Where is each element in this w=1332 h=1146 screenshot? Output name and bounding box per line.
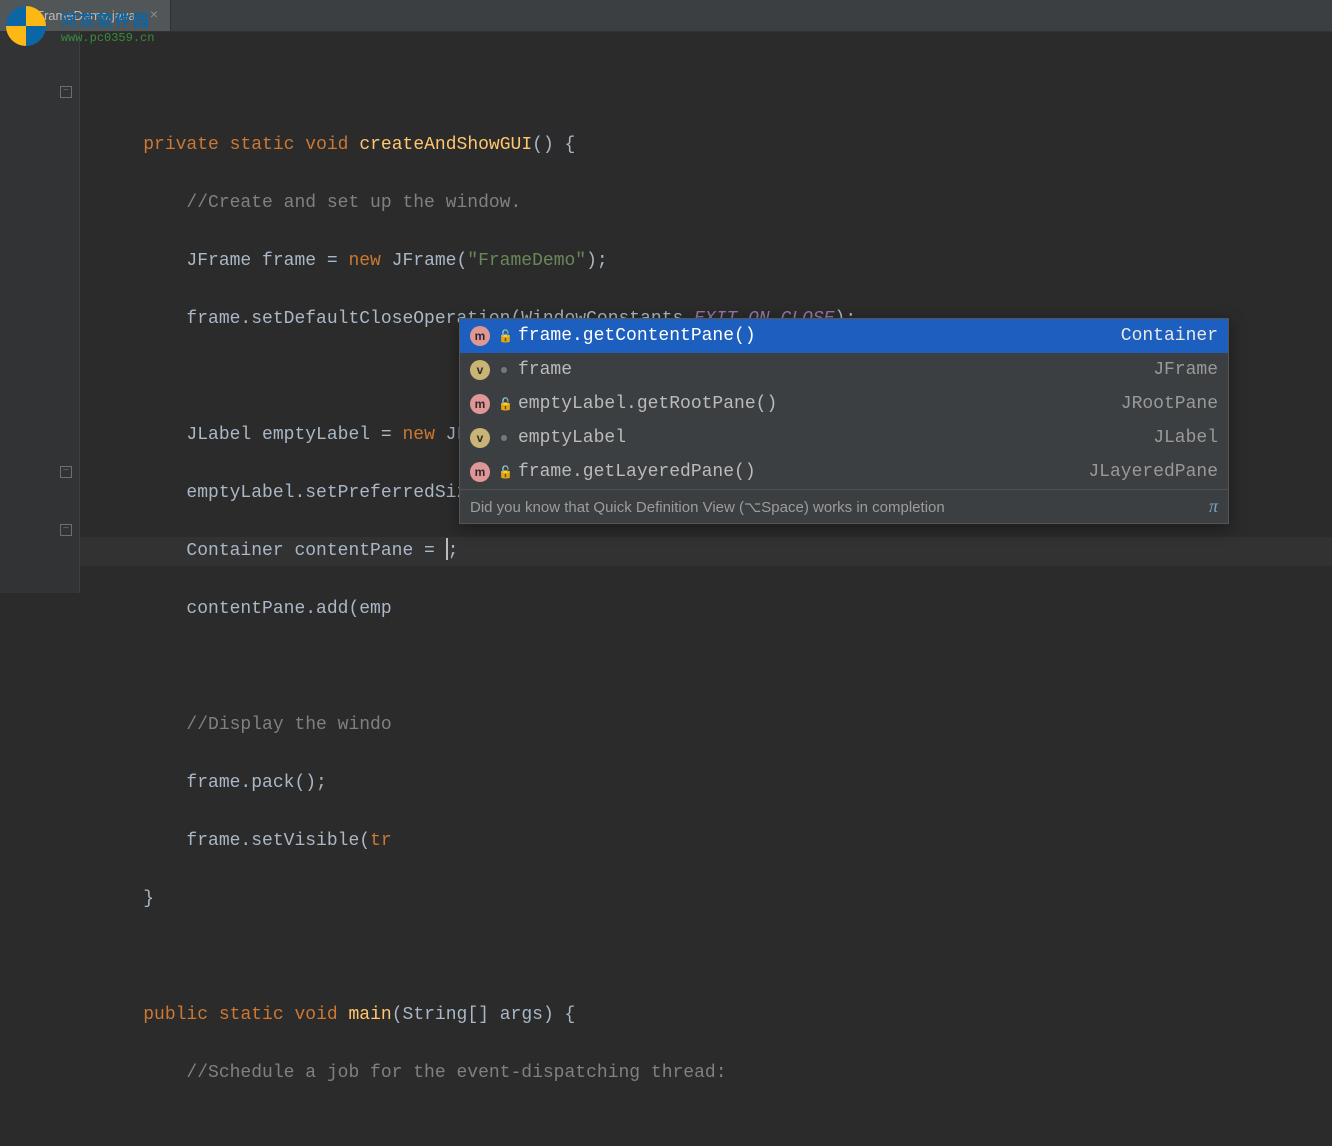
completion-type: Container	[1121, 326, 1218, 346]
code-line	[80, 73, 1332, 102]
code-line: private static void createAndShowGUI() {	[80, 131, 1332, 160]
method-badge-icon: m	[470, 462, 490, 482]
fold-marker-icon[interactable]: −	[60, 466, 72, 478]
completion-label: emptyLabel	[518, 428, 1145, 448]
fold-marker-icon[interactable]: −	[60, 86, 72, 98]
code-line: }	[80, 885, 1332, 914]
completion-type: JRootPane	[1121, 394, 1218, 414]
completion-type: JLabel	[1153, 428, 1218, 448]
lock-open-icon: 🔓	[498, 397, 510, 412]
lock-open-icon: 🔓	[498, 329, 510, 344]
watermark-text-1: 河东软件园	[61, 7, 155, 31]
watermark-logo-icon	[6, 6, 46, 46]
fold-marker-icon[interactable]: −	[60, 524, 72, 536]
code-line	[80, 653, 1332, 682]
dot-icon	[501, 435, 507, 441]
completion-label: frame.getContentPane()	[518, 326, 1113, 346]
completion-item[interactable]: m 🔓 frame.getLayeredPane() JLayeredPane	[460, 455, 1228, 489]
completion-label: frame	[518, 360, 1145, 380]
watermark: 河东软件园 www.pc0359.cn	[6, 6, 154, 46]
code-line: //Schedule a job for the event-dispatchi…	[80, 1059, 1332, 1088]
editor-tab-bar: C FrameDemo.java ×	[0, 0, 1332, 32]
code-line-current: Container contentPane = ;	[80, 537, 1332, 566]
completion-label: frame.getLayeredPane()	[518, 462, 1080, 482]
editor-gutter[interactable]: − − −	[0, 32, 80, 593]
completion-item[interactable]: v frame JFrame	[460, 353, 1228, 387]
completion-item[interactable]: m 🔓 emptyLabel.getRootPane() JRootPane	[460, 387, 1228, 421]
method-badge-icon: m	[470, 326, 490, 346]
completion-item[interactable]: v emptyLabel JLabel	[460, 421, 1228, 455]
code-line: frame.setVisible(tr	[80, 827, 1332, 856]
completion-label: emptyLabel.getRootPane()	[518, 394, 1113, 414]
watermark-text-2: www.pc0359.cn	[61, 31, 155, 45]
code-line: JFrame frame = new JFrame("FrameDemo");	[80, 247, 1332, 276]
code-line: frame.pack();	[80, 769, 1332, 798]
code-line	[80, 943, 1332, 972]
dot-icon	[501, 367, 507, 373]
hint-text: Did you know that Quick Definition View …	[470, 498, 945, 516]
completion-type: JLayeredPane	[1088, 462, 1218, 482]
code-line: //Display the windo	[80, 711, 1332, 740]
code-line: contentPane.add(emp	[80, 595, 1332, 624]
lock-open-icon: 🔓	[498, 465, 510, 480]
code-completion-popup[interactable]: m 🔓 frame.getContentPane() Container v f…	[459, 318, 1229, 524]
variable-badge-icon: v	[470, 360, 490, 380]
method-badge-icon: m	[470, 394, 490, 414]
variable-badge-icon: v	[470, 428, 490, 448]
pi-icon[interactable]: π	[1209, 496, 1218, 517]
code-line: public static void main(String[] args) {	[80, 1001, 1332, 1030]
completion-item[interactable]: m 🔓 frame.getContentPane() Container	[460, 319, 1228, 353]
code-line: //Create and set up the window.	[80, 189, 1332, 218]
completion-hint-bar: Did you know that Quick Definition View …	[460, 489, 1228, 523]
completion-type: JFrame	[1153, 360, 1218, 380]
